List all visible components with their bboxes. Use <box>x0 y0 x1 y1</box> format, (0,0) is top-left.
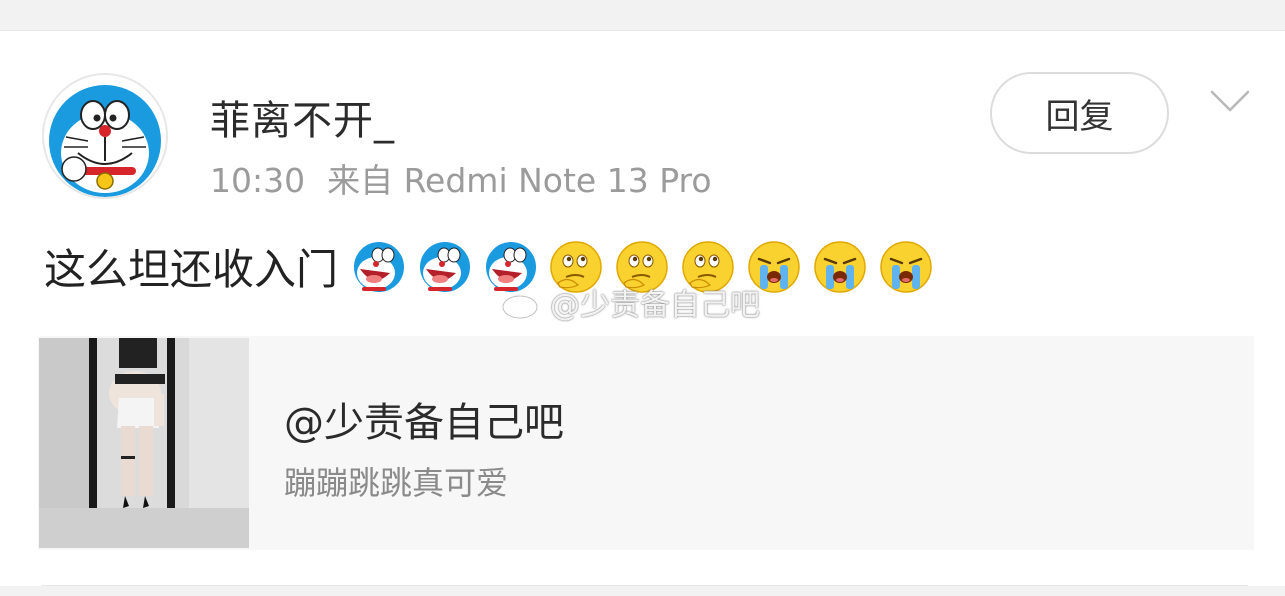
watermark-text: @少责备自己吧 <box>550 288 760 323</box>
post-time: 10:30 <box>210 161 306 200</box>
crying-emoji-icon <box>880 240 932 293</box>
card-subtitle: 蹦蹦跳跳真可爱 <box>284 464 509 502</box>
crying-emoji-icon <box>814 240 866 293</box>
bottom-separator <box>0 586 1285 596</box>
post-source: 来自 Redmi Note 13 Pro <box>327 161 712 200</box>
avatar[interactable] <box>42 73 168 199</box>
doraemon-laugh-emoji-icon <box>354 241 405 292</box>
chevron-down-icon[interactable] <box>1208 84 1252 118</box>
reply-button[interactable]: 回复 <box>990 72 1169 154</box>
linked-card[interactable]: @少责备自己吧 蹦蹦跳跳真可爱 <box>38 336 1254 550</box>
doraemon-laugh-emoji-icon <box>420 241 471 292</box>
doraemon-avatar-icon <box>44 75 166 197</box>
post-text: 这么坦还收入门 <box>44 236 934 297</box>
weibo-logo-icon <box>501 287 544 319</box>
card-thumbnail[interactable] <box>39 338 249 548</box>
username[interactable]: 菲离不开_ <box>210 88 395 146</box>
top-separator <box>0 0 1285 31</box>
card-title: @少责备自己吧 <box>284 400 564 446</box>
post-text-content: 这么坦还收入门 <box>44 245 339 294</box>
post-meta: 10:30 来自 Redmi Note 13 Pro <box>210 154 712 202</box>
watermark: @少责备自己吧 <box>500 280 760 324</box>
